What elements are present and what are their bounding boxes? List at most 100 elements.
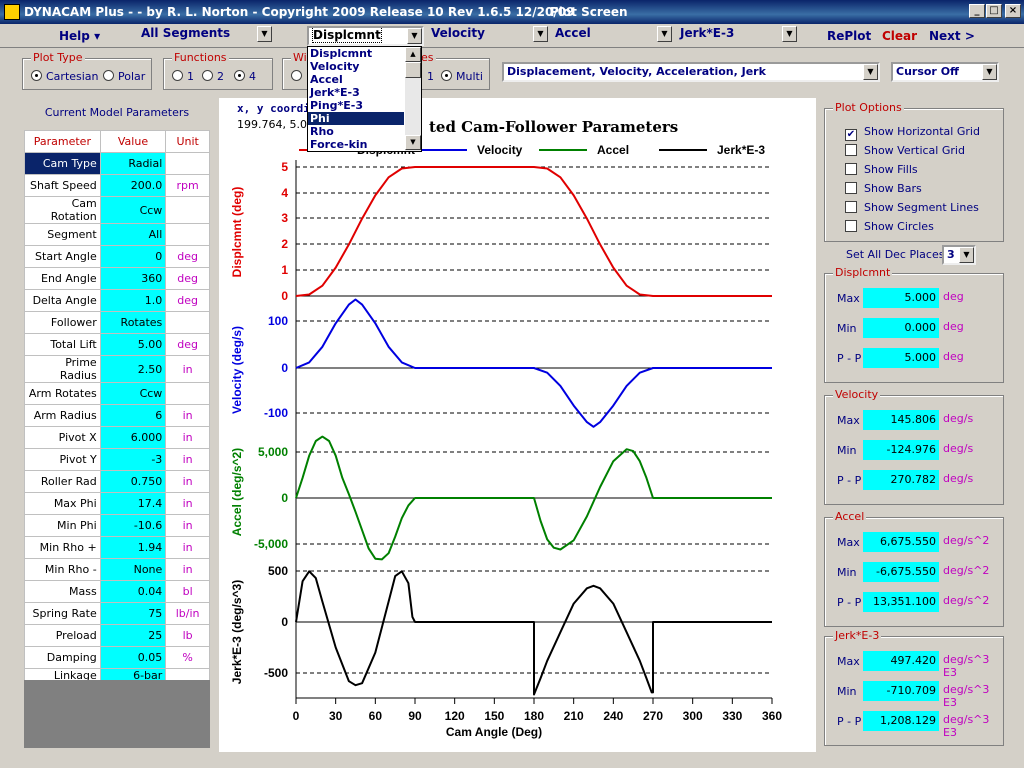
functions-4-radio[interactable]: 4 xyxy=(234,70,256,83)
parameter-row[interactable]: Delta Angle 1.0 deg xyxy=(24,289,210,312)
parameter-row[interactable]: Prime Radius 2.50 in xyxy=(24,355,210,383)
dropdown-item[interactable]: Velocity xyxy=(308,60,404,73)
help-menu-button[interactable]: Help ▾ xyxy=(54,25,105,46)
parameter-value[interactable]: None xyxy=(99,558,167,581)
dropdown-item[interactable]: Ping*E-3 xyxy=(308,99,404,112)
parameter-row[interactable]: Follower Rotates xyxy=(24,311,210,334)
plot1-select[interactable]: Displcmnt ▼ xyxy=(307,26,424,46)
plot-chart[interactable]: DisplcmntVelocityAccelJerk*E-3012345Disp… xyxy=(219,98,816,752)
parameter-value[interactable]: 75 xyxy=(99,602,167,625)
parameter-value[interactable]: 0.05 xyxy=(99,646,167,669)
parameter-row[interactable]: Spring Rate 75 lb/in xyxy=(24,602,210,625)
parameter-value[interactable]: 17.4 xyxy=(99,492,167,515)
functions-2-radio[interactable]: 2 xyxy=(202,70,224,83)
parameter-value[interactable]: -10.6 xyxy=(99,514,167,537)
parameter-value[interactable]: -3 xyxy=(99,448,167,471)
segments-select[interactable]: All Segments ▼ xyxy=(138,26,272,46)
dropdown-item[interactable]: Accel xyxy=(308,73,404,86)
chevron-down-icon[interactable]: ▼ xyxy=(782,26,797,42)
parameter-row[interactable]: Max Phi 17.4 in xyxy=(24,492,210,515)
x-tick-label: 240 xyxy=(603,709,623,723)
chevron-down-icon[interactable]: ▼ xyxy=(959,247,974,263)
parameter-value[interactable]: All xyxy=(99,223,167,246)
parameter-value[interactable]: 2.50 xyxy=(99,355,167,383)
scroll-thumb[interactable] xyxy=(405,62,421,78)
functions-select[interactable]: Displacement, Velocity, Acceleration, Je… xyxy=(502,62,880,82)
parameter-value[interactable]: 360 xyxy=(99,267,167,290)
plot-option-checkbox[interactable]: Show Vertical Grid xyxy=(845,144,965,157)
dropdown-item[interactable]: Phi xyxy=(308,112,404,125)
parameter-value[interactable]: 200.0 xyxy=(99,174,167,197)
parameter-row[interactable]: Min Rho +1.94 in xyxy=(24,536,210,559)
parameter-value[interactable]: Rotates xyxy=(99,311,167,334)
dropdown-item[interactable]: Jerk*E-3 xyxy=(308,86,404,99)
maximize-button[interactable]: □ xyxy=(986,4,1002,18)
parameter-value[interactable]: 0.750 xyxy=(99,470,167,493)
parameter-value[interactable]: 1.0 xyxy=(99,289,167,312)
parameter-row[interactable]: Start Angle 0 deg xyxy=(24,245,210,268)
parameter-row[interactable]: Cam Rotation Ccw xyxy=(24,196,210,224)
chevron-down-icon[interactable]: ▼ xyxy=(657,26,672,42)
plot-option-checkbox[interactable]: Show Fills xyxy=(845,163,918,176)
cartesian-radio[interactable]: Cartesian xyxy=(31,70,99,83)
chevron-down-icon[interactable]: ▼ xyxy=(407,28,422,44)
parameter-value[interactable]: Ccw xyxy=(99,382,167,405)
cursor-select[interactable]: Cursor Off ▼ xyxy=(891,62,999,82)
parameter-row[interactable]: Mass 0.04 bl xyxy=(24,580,210,603)
parameter-value[interactable]: 6 xyxy=(99,404,167,427)
scroll-up-icon[interactable]: ▲ xyxy=(405,47,421,62)
dropdown-item[interactable]: Force-kin xyxy=(308,138,404,151)
plot-option-checkbox[interactable]: Show Bars xyxy=(845,182,922,195)
parameter-value[interactable]: 25 xyxy=(99,624,167,647)
minimize-button[interactable]: _ xyxy=(969,4,985,18)
clear-button[interactable]: Clear xyxy=(877,25,922,46)
polar-radio[interactable]: Polar xyxy=(103,70,145,83)
parameter-row[interactable]: End Angle 360 deg xyxy=(24,267,210,290)
plot4-select[interactable]: Jerk*E-3 ▼ xyxy=(677,26,797,46)
parameter-row[interactable]: Pivot X 6.000 in xyxy=(24,426,210,449)
parameter-value[interactable]: 0 xyxy=(99,245,167,268)
parameter-row[interactable]: Cam Type Radial xyxy=(24,152,210,175)
chevron-down-icon[interactable]: ▼ xyxy=(533,26,548,42)
plot3-select[interactable]: Accel ▼ xyxy=(552,26,672,46)
chevron-down-icon[interactable]: ▼ xyxy=(863,64,878,80)
next-button[interactable]: Next > xyxy=(924,25,980,46)
parameter-value[interactable]: Ccw xyxy=(99,196,167,224)
parameter-row[interactable]: Min Rho - None in xyxy=(24,558,210,581)
plot2-select[interactable]: Velocity ▼ xyxy=(428,26,548,46)
parameter-row[interactable]: Arm Radius 6 in xyxy=(24,404,210,427)
functions-1-radio[interactable]: 1 xyxy=(172,70,194,83)
parameter-value[interactable]: 1.94 xyxy=(99,536,167,559)
window-title: DYNACAM Plus - - by R. L. Norton - Copyr… xyxy=(24,5,575,19)
parameter-row[interactable]: Damping 0.05% xyxy=(24,646,210,669)
dropdown-item[interactable]: Rho xyxy=(308,125,404,138)
parameter-row[interactable]: Pivot Y -3 in xyxy=(24,448,210,471)
parameter-row[interactable]: Segment All xyxy=(24,223,210,246)
parameter-row[interactable]: Min Phi -10.6 in xyxy=(24,514,210,537)
dropdown-item[interactable]: Displcmnt xyxy=(308,47,404,60)
dropdown-scrollbar[interactable]: ▲ ▼ xyxy=(405,47,421,151)
window-radio[interactable] xyxy=(291,70,306,83)
chevron-down-icon[interactable]: ▼ xyxy=(257,26,272,42)
chevron-down-icon[interactable]: ▼ xyxy=(982,64,997,80)
parameter-value[interactable]: 5.00 xyxy=(99,333,167,356)
plot-option-checkbox[interactable]: ✔ Show Horizontal Grid xyxy=(845,125,980,141)
parameter-row[interactable]: Preload 25 lb xyxy=(24,624,210,647)
parameter-row[interactable]: Shaft Speed 200.0 rpm xyxy=(24,174,210,197)
parameter-row[interactable]: Total Lift 5.00 deg xyxy=(24,333,210,356)
parameter-row[interactable]: Arm Rotates Ccw xyxy=(24,382,210,405)
parameter-row[interactable]: Roller Rad 0.750 in xyxy=(24,470,210,493)
plot1-dropdown-list[interactable]: Displcmnt Velocity Accel Jerk*E-3 Ping*E-3 Ph… xyxy=(307,46,422,152)
parameter-value[interactable]: Radial xyxy=(99,152,167,175)
plot-area[interactable]: DisplcmntVelocityAccelJerk*E-3012345Disp… xyxy=(219,98,816,752)
curves-multi-radio[interactable]: Multi xyxy=(441,70,483,83)
plot-option-checkbox[interactable]: Show Segment Lines xyxy=(845,201,979,214)
close-button[interactable]: × xyxy=(1005,4,1021,18)
parameter-value[interactable]: 0.04 xyxy=(99,580,167,603)
parameter-value[interactable]: 6.000 xyxy=(99,426,167,449)
scroll-down-icon[interactable]: ▼ xyxy=(405,135,421,150)
plot-option-checkbox[interactable]: Show Circles xyxy=(845,220,934,233)
replot-button[interactable]: RePlot xyxy=(822,25,876,46)
dec-places-select[interactable]: 3 ▼ xyxy=(942,245,976,265)
curves-1-radio[interactable]: 1 xyxy=(427,70,434,83)
